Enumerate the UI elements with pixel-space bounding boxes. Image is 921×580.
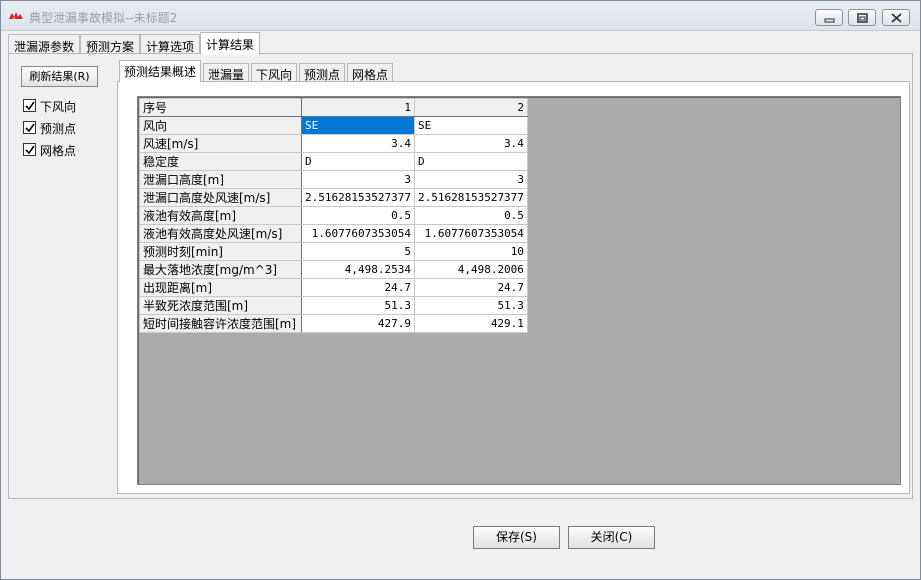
tab-calc-results[interactable]: 计算结果: [200, 32, 261, 55]
minimize-button[interactable]: [815, 9, 843, 26]
row-label: 短时间接触容许浓度范围[m]: [139, 314, 302, 333]
close-window-button[interactable]: [882, 9, 910, 26]
row-label: 液池有效高度处风速[m/s]: [139, 224, 302, 243]
checkbox-label: 预测点: [40, 122, 77, 136]
summary-panel: 序号 1 2 风向 SE SE 风速[m/s] 3.4 3.4 稳定度 D D 泄漏口高度[m] 3…: [117, 81, 910, 494]
table-cell[interactable]: 3: [413, 170, 528, 189]
results-panel: 刷新结果(R) 下风向 预测点 网格点 预测结果概述 泄漏量 下风向 预测点 网…: [8, 53, 913, 499]
app-window: 典型泄漏事故模拟--未标题2 泄漏源参数 预测方案 计算选项 计算结果 刷新结果…: [0, 0, 921, 580]
table-row: 出现距离[m] 24.7 24.7: [139, 278, 528, 297]
row-label: 稳定度: [139, 152, 302, 171]
table-cell[interactable]: 429.1: [413, 314, 528, 333]
grid-header-label: 序号: [139, 98, 302, 117]
grid-header-row: 序号 1 2: [139, 98, 528, 117]
row-label: 风速[m/s]: [139, 134, 302, 153]
checkmark-icon: [25, 123, 35, 133]
subtab-summary[interactable]: 预测结果概述: [119, 60, 202, 82]
table-cell[interactable]: 3.4: [413, 134, 528, 153]
checkbox-label: 下风向: [40, 100, 77, 114]
subtab-downwind[interactable]: 下风向: [251, 63, 298, 82]
table-row: 半致死浓度范围[m] 51.3 51.3: [139, 296, 528, 315]
close-button[interactable]: 关闭(C): [568, 526, 655, 549]
refresh-results-button[interactable]: 刷新结果(R): [21, 66, 98, 87]
table-cell[interactable]: 2.51628153527377: [413, 188, 528, 207]
table-cell[interactable]: 3.4: [301, 134, 415, 153]
row-label: 出现距离[m]: [139, 278, 302, 297]
table-cell[interactable]: 24.7: [413, 278, 528, 297]
table-row: 预测时刻[min] 5 10: [139, 242, 528, 261]
table-cell[interactable]: D: [301, 152, 415, 171]
save-button[interactable]: 保存(S): [473, 526, 560, 549]
subtab-predict-point[interactable]: 预测点: [299, 63, 346, 82]
checkbox-box[interactable]: [23, 121, 36, 134]
results-grid[interactable]: 序号 1 2 风向 SE SE 风速[m/s] 3.4 3.4 稳定度 D D 泄漏口高度[m] 3…: [137, 96, 901, 485]
table-cell[interactable]: 0.5: [301, 206, 415, 225]
title-bar[interactable]: 典型泄漏事故模拟--未标题2: [1, 1, 920, 31]
results-table: 序号 1 2 风向 SE SE 风速[m/s] 3.4 3.4 稳定度 D D 泄漏口高度[m] 3…: [139, 98, 528, 333]
row-label: 泄漏口高度处风速[m/s]: [139, 188, 302, 207]
checkbox-box[interactable]: [23, 99, 36, 112]
fire-app-icon: [9, 12, 23, 19]
window-title: 典型泄漏事故模拟--未标题2: [29, 11, 178, 25]
subtab-grid-point[interactable]: 网格点: [347, 63, 394, 82]
table-cell[interactable]: 10: [413, 242, 528, 261]
table-row: 最大落地浓度[mg/m^3] 4,498.2534 4,498.2006: [139, 260, 528, 279]
table-row: 液池有效高度[m] 0.5 0.5: [139, 206, 528, 225]
checkbox-box[interactable]: [23, 143, 36, 156]
row-label: 泄漏口高度[m]: [139, 170, 302, 189]
table-cell[interactable]: SE: [413, 116, 528, 135]
row-label: 最大落地浓度[mg/m^3]: [139, 260, 302, 279]
table-cell[interactable]: 24.7: [301, 278, 415, 297]
row-label: 液池有效高度[m]: [139, 206, 302, 225]
table-cell[interactable]: 0.5: [413, 206, 528, 225]
maximize-button[interactable]: [848, 9, 876, 26]
table-cell[interactable]: 4,498.2534: [301, 260, 415, 279]
table-row: 短时间接触容许浓度范围[m] 427.9 429.1: [139, 314, 528, 333]
minimize-icon: [824, 18, 835, 23]
table-cell[interactable]: 5: [301, 242, 415, 261]
table-cell[interactable]: 1.6077607353054: [413, 224, 528, 243]
table-cell[interactable]: 3: [301, 170, 415, 189]
tab-prediction-plan[interactable]: 预测方案: [80, 34, 141, 54]
table-cell[interactable]: 51.3: [413, 296, 528, 315]
table-cell[interactable]: 2.51628153527377: [301, 188, 415, 207]
checkbox-label: 网格点: [40, 144, 77, 158]
table-cell[interactable]: 427.9: [301, 314, 415, 333]
tab-calc-options[interactable]: 计算选项: [140, 34, 201, 54]
grid-column-header[interactable]: 1: [301, 98, 415, 117]
table-cell[interactable]: D: [413, 152, 528, 171]
table-cell[interactable]: SE: [301, 116, 415, 135]
tab-source-params[interactable]: 泄漏源参数: [8, 34, 81, 54]
grid-column-header[interactable]: 2: [413, 98, 528, 117]
row-label: 风向: [139, 116, 302, 135]
table-row: 液池有效高度处风速[m/s] 1.6077607353054 1.607760735…: [139, 224, 528, 243]
close-icon: [891, 13, 902, 23]
table-cell[interactable]: 1.6077607353054: [301, 224, 415, 243]
subtab-leak-amount[interactable]: 泄漏量: [203, 63, 250, 82]
checkmark-icon: [25, 101, 35, 111]
table-row: 泄漏口高度处风速[m/s] 2.51628153527377 2.516281535…: [139, 188, 528, 207]
table-row: 风速[m/s] 3.4 3.4: [139, 134, 528, 153]
table-row: 泄漏口高度[m] 3 3: [139, 170, 528, 189]
maximize-icon: [857, 13, 868, 23]
left-controls: 刷新结果(R) 下风向 预测点 网格点: [9, 54, 117, 498]
table-cell[interactable]: 51.3: [301, 296, 415, 315]
table-row: 风向 SE SE: [139, 116, 528, 135]
row-label: 预测时刻[min]: [139, 242, 302, 261]
table-row: 稳定度 D D: [139, 152, 528, 171]
sub-tab-area: 预测结果概述 泄漏量 下风向 预测点 网格点 序号 1 2 风向 SE SE 风速[m…: [117, 54, 912, 498]
row-label: 半致死浓度范围[m]: [139, 296, 302, 315]
table-cell[interactable]: 4,498.2006: [413, 260, 528, 279]
checkmark-icon: [25, 145, 35, 155]
